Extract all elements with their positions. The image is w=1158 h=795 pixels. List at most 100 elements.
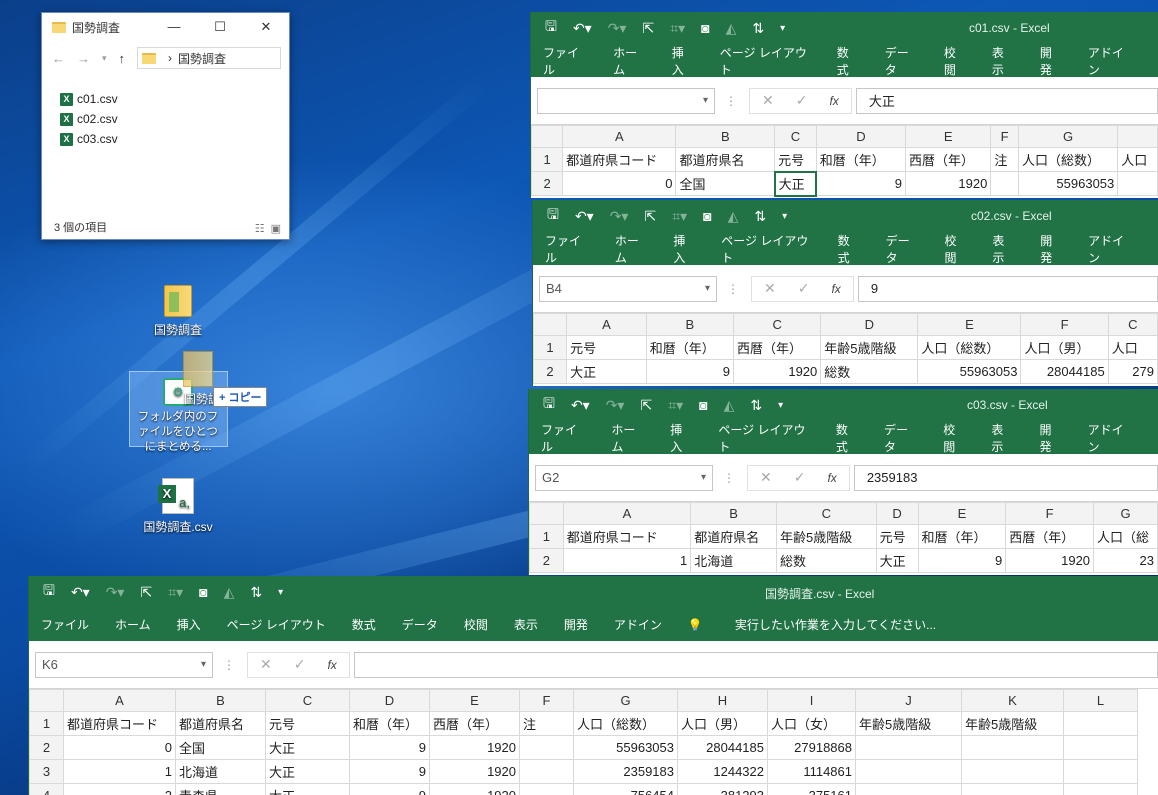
close-icon[interactable]: ✕ (243, 19, 289, 35)
camera-icon[interactable]: ◙ (703, 208, 711, 224)
tab-addins[interactable]: アドイン (1088, 44, 1132, 78)
column-header[interactable]: D (815, 125, 906, 148)
tab-home[interactable]: ホーム (615, 232, 648, 266)
column-header[interactable]: C (733, 313, 822, 336)
cell[interactable]: 55963053 (573, 735, 678, 760)
cell[interactable]: 大正 (265, 735, 350, 760)
column-header[interactable]: B (675, 125, 776, 148)
column-header[interactable]: G (1017, 125, 1119, 148)
cell[interactable] (519, 759, 574, 784)
cell[interactable]: 人口（男） (677, 711, 768, 736)
tab-developer[interactable]: 開発 (1040, 44, 1062, 78)
cell[interactable]: 人口 (1117, 147, 1158, 172)
cell[interactable]: 都道府県名 (690, 524, 777, 549)
pointer-icon[interactable]: ⇱ (640, 397, 652, 414)
cell[interactable]: 元号 (774, 147, 817, 172)
pointer-icon[interactable]: ⇱ (644, 208, 656, 225)
customize-qat-icon[interactable]: ▾ (778, 400, 783, 411)
cell[interactable] (961, 783, 1064, 795)
cell[interactable]: 人口（総数） (1017, 147, 1119, 172)
shape-icon[interactable]: ◭ (224, 584, 235, 601)
cell[interactable] (855, 783, 962, 795)
cell[interactable]: 和暦（年） (349, 711, 430, 736)
cell[interactable]: 大正 (773, 170, 818, 197)
tab-data[interactable]: データ (884, 421, 917, 455)
tab-page-layout[interactable]: ページ レイアウト (718, 421, 809, 455)
large-icons-view-icon[interactable]: ▣ (271, 222, 281, 235)
cell[interactable]: 1920 (904, 171, 992, 196)
undo-icon[interactable]: ↶▾ (573, 20, 592, 37)
tab-page-layout[interactable]: ページ レイアウト (227, 616, 326, 633)
column-header[interactable]: C (1107, 313, 1158, 336)
maximize-icon[interactable]: ☐ (197, 19, 243, 35)
column-header[interactable]: F (1020, 313, 1109, 336)
cell[interactable] (1117, 171, 1158, 196)
save-icon[interactable]: 🖫 (547, 204, 559, 228)
function-icon[interactable]: fx (829, 94, 838, 108)
tab-insert[interactable]: 挿入 (673, 232, 695, 266)
cell[interactable] (1063, 759, 1138, 784)
tab-file[interactable]: ファイル (541, 421, 585, 455)
format-painter-icon[interactable]: ⌗▾ (168, 584, 183, 601)
tab-data[interactable]: データ (886, 232, 919, 266)
cell[interactable]: 総数 (820, 359, 919, 384)
cell[interactable]: 9 (917, 548, 1007, 573)
tab-insert[interactable]: 挿入 (672, 44, 694, 78)
column-header[interactable]: D (820, 313, 919, 336)
tab-addins[interactable]: アドイン (1088, 232, 1132, 266)
tab-data[interactable]: データ (885, 44, 918, 78)
cell[interactable] (519, 783, 574, 795)
cell[interactable]: 都道府県名 (175, 711, 266, 736)
cell[interactable]: 9 (815, 171, 906, 196)
up-arrow-icon[interactable]: ↑ (119, 51, 126, 66)
tab-formulas[interactable]: 数式 (836, 421, 858, 455)
cancel-icon[interactable]: ✕ (762, 92, 774, 109)
cell[interactable]: 1920 (733, 359, 822, 384)
cell[interactable]: 総数 (776, 548, 877, 573)
tab-developer[interactable]: 開発 (564, 616, 588, 633)
list-item[interactable]: Xc01.csv (60, 89, 289, 109)
cell[interactable]: 大正 (875, 548, 919, 573)
column-header[interactable]: E (917, 313, 1022, 336)
cell[interactable]: 1114861 (767, 759, 856, 784)
shape-icon[interactable]: ◭ (726, 20, 737, 37)
cell[interactable]: 和暦（年） (917, 524, 1007, 549)
cell[interactable]: 西暦（年） (904, 147, 992, 172)
redo-icon[interactable]: ↷▾ (606, 397, 625, 414)
cell[interactable]: 人口（総 (1093, 524, 1158, 549)
cell[interactable]: 全国 (675, 171, 776, 196)
cell[interactable] (855, 759, 962, 784)
redo-icon[interactable]: ↷▾ (106, 584, 125, 601)
column-header[interactable]: G (573, 689, 678, 712)
cell[interactable]: 55963053 (917, 359, 1022, 384)
cell[interactable] (961, 759, 1064, 784)
formula-bar[interactable] (353, 651, 1158, 678)
cell[interactable]: 人口（男） (1020, 335, 1109, 360)
cell[interactable]: 1244322 (677, 759, 768, 784)
cell[interactable]: 元号 (566, 335, 647, 360)
enter-icon[interactable]: ✓ (794, 469, 806, 486)
tab-page-layout[interactable]: ページ レイアウト (720, 44, 811, 78)
column-header[interactable]: E (904, 125, 992, 148)
name-box[interactable]: B4 (539, 275, 717, 302)
cell[interactable] (990, 171, 1019, 196)
cell[interactable]: 西暦（年） (733, 335, 822, 360)
cell[interactable]: 2359183 (573, 759, 678, 784)
column-header[interactable]: F (1005, 502, 1095, 525)
column-header[interactable]: A (562, 502, 692, 525)
cell[interactable]: 1920 (429, 759, 520, 784)
list-item[interactable]: Xc02.csv (60, 109, 289, 129)
tab-view[interactable]: 表示 (992, 44, 1014, 78)
cell[interactable]: 1920 (1005, 548, 1095, 573)
enter-icon[interactable]: ✓ (796, 92, 808, 109)
tab-developer[interactable]: 開発 (1040, 421, 1062, 455)
tab-view[interactable]: 表示 (514, 616, 538, 633)
pointer-icon[interactable]: ⇱ (642, 20, 654, 37)
redo-icon[interactable]: ↷▾ (608, 20, 627, 37)
minimize-icon[interactable]: — (151, 19, 197, 35)
cell[interactable]: 注 (519, 711, 574, 736)
cell[interactable]: 都道府県コード (562, 524, 692, 549)
cell[interactable]: 人口（総数） (573, 711, 678, 736)
tab-formulas[interactable]: 数式 (837, 44, 859, 78)
cell[interactable]: 青森県 (175, 783, 266, 795)
